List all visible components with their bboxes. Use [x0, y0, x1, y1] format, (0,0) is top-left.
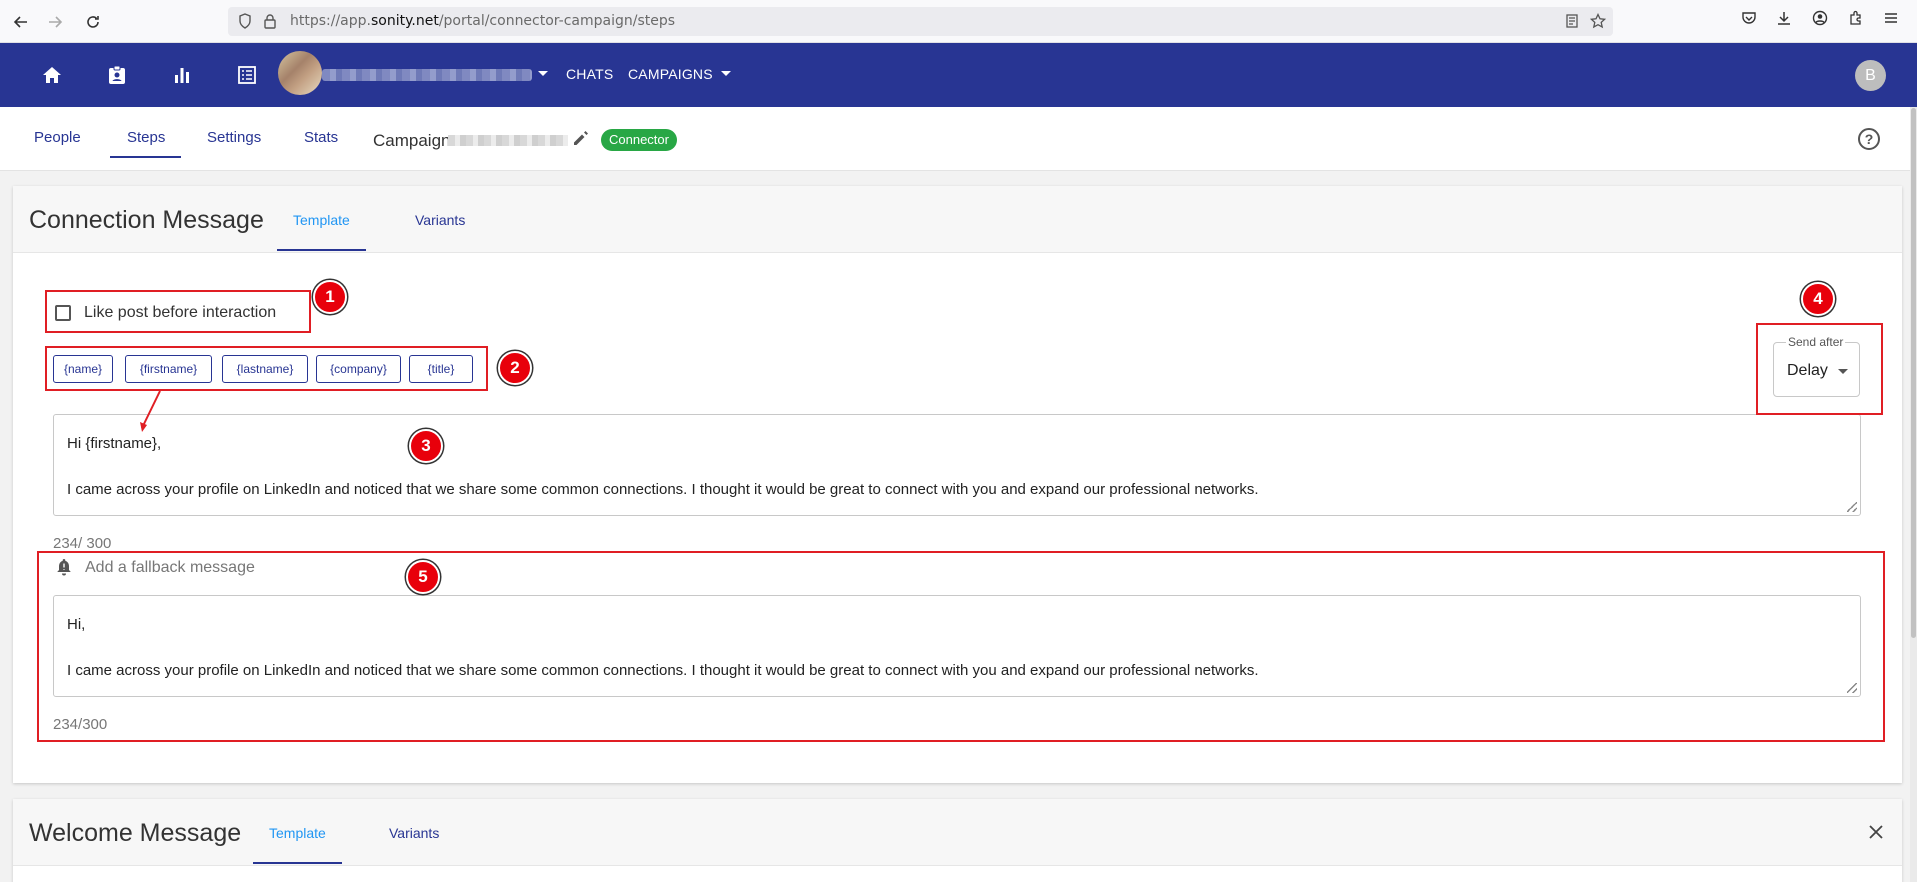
url-text: https://app.sonity.net/portal/connector-… [290, 13, 676, 29]
reader-view-icon[interactable] [1564, 13, 1580, 29]
edit-pencil-icon[interactable] [572, 129, 592, 149]
app-header: CHATS CAMPAIGNS B [0, 43, 1917, 107]
campaigns-caret-icon[interactable] [721, 71, 731, 76]
download-icon[interactable] [1773, 10, 1795, 32]
campaigns-link[interactable]: CAMPAIGNS [628, 66, 713, 82]
annotation-arrow [140, 390, 161, 432]
campaign-label: Campaign [373, 131, 451, 150]
card-header: Connection Message Template Variants [13, 186, 1902, 253]
tab-template-indicator [253, 862, 342, 864]
annotation-badge-2: 2 [498, 351, 532, 385]
help-icon[interactable]: ? [1858, 128, 1880, 150]
list-icon[interactable] [233, 61, 261, 89]
bookmark-star-icon[interactable] [1589, 12, 1607, 29]
annotation-box-2 [45, 346, 488, 391]
campaign-name-blurred [448, 135, 568, 146]
url-bar[interactable]: https://app.sonity.net/portal/connector-… [228, 7, 1613, 36]
user-avatar[interactable]: B [1855, 60, 1886, 91]
annotation-badge-1: 1 [313, 280, 347, 314]
resize-handle[interactable] [1847, 502, 1857, 512]
forward-icon[interactable] [42, 9, 68, 35]
back-icon[interactable] [8, 9, 34, 35]
annotation-box-5 [37, 551, 1885, 742]
browser-toolbar: https://app.sonity.net/portal/connector-… [0, 0, 1917, 43]
account-icon[interactable] [1809, 10, 1831, 32]
card-title: Connection Message [29, 206, 264, 234]
annotation-box-4 [1756, 323, 1883, 415]
contacts-clipboard-icon[interactable] [103, 61, 131, 89]
account-avatar[interactable] [278, 51, 322, 95]
lock-icon[interactable] [262, 13, 278, 29]
campaign-type-badge: Connector [601, 129, 677, 151]
account-name-blurred[interactable] [322, 69, 532, 81]
menu-icon[interactable] [1880, 10, 1902, 32]
card-header: Welcome Message Template Variants [13, 799, 1902, 866]
annotation-badge-5: 5 [406, 560, 440, 594]
close-icon[interactable] [1866, 823, 1886, 843]
connection-message-textarea[interactable]: Hi {firstname}, I came across your profi… [53, 414, 1861, 516]
campaign-subnav: People Steps Settings Stats Campaign Con… [0, 107, 1912, 171]
annotation-badge-3: 3 [409, 429, 443, 463]
tab-people[interactable]: People [34, 129, 81, 146]
annotation-badge-4: 4 [1801, 282, 1835, 316]
tab-stats[interactable]: Stats [304, 129, 338, 146]
card-title: Welcome Message [29, 819, 242, 847]
reload-icon[interactable] [80, 9, 106, 35]
tab-variants[interactable]: Variants [415, 212, 465, 228]
tab-variants[interactable]: Variants [389, 825, 439, 841]
pocket-icon[interactable] [1738, 10, 1760, 32]
account-caret-icon[interactable] [538, 71, 548, 76]
message-char-counter: 234/ 300 [53, 535, 112, 552]
tab-steps-indicator [110, 156, 181, 158]
tab-template-indicator [277, 249, 366, 251]
scrollbar-thumb[interactable] [1911, 108, 1916, 638]
tab-steps[interactable]: Steps [127, 129, 165, 146]
tab-template[interactable]: Template [269, 825, 326, 841]
shield-icon[interactable] [237, 13, 253, 29]
stats-icon[interactable] [168, 61, 196, 89]
tab-template[interactable]: Template [293, 212, 350, 228]
home-icon[interactable] [38, 61, 66, 89]
welcome-message-card: Welcome Message Template Variants [13, 799, 1902, 882]
message-line-2: I came across your profile on LinkedIn a… [67, 481, 1259, 498]
annotation-box-1 [45, 290, 311, 333]
chats-link[interactable]: CHATS [566, 66, 613, 82]
extensions-icon[interactable] [1845, 10, 1867, 32]
tab-settings[interactable]: Settings [207, 129, 261, 146]
